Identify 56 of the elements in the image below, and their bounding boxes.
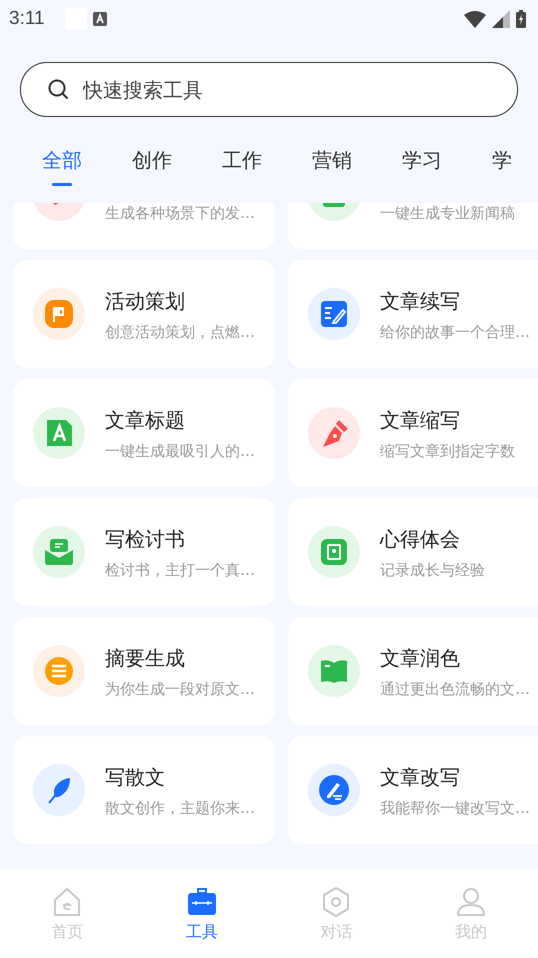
category-tab[interactable]: 工作 [222,134,262,186]
tool-title: 活动策划 [105,288,186,314]
feather-icon [33,764,85,816]
tool-card[interactable]: 活动策划 创意活动策划，点燃… [13,260,275,368]
tool-title: 心得体会 [380,526,461,552]
tool-card[interactable]: 写检讨书 检讨书，主打一个真… [13,498,275,606]
letter-a-icon [33,407,85,459]
tool-card[interactable]: 文章缩写 缩写文章到指定字数 [288,379,538,487]
tool-title: 文章缩写 [380,406,461,434]
envelope-icon [33,526,85,578]
category-tab[interactable]: 营销 [312,134,352,186]
nav-tab[interactable]: 工具 [134,870,269,958]
notebook-icon [308,526,360,578]
wifi-icon [464,10,486,28]
tool-description: 缩写文章到指定字数 [380,442,515,460]
note-edit-icon [308,288,360,340]
signal-icon [492,10,510,28]
tool-title: 文章标题 [105,406,186,434]
keyboard-icon [92,12,107,26]
tool-description: 一键生成最吸引人的… [105,442,255,460]
person-icon [454,886,487,918]
tool-title: 文章改写 [380,764,461,790]
pencil-icon [308,764,360,816]
tool-title: 写检讨书 [105,526,186,552]
tool-description: 散文创作，主题你来… [105,798,255,818]
tool-description: 一键生成专业新闻稿 [380,204,515,222]
tool-card[interactable]: 文章润色 通过更出色流畅的文… [288,617,538,725]
status-time: 3:11 [9,8,45,30]
tool-card[interactable]: 文章标题 一键生成最吸引人的… [13,379,275,487]
category-tab[interactable]: 创作 [132,134,172,186]
tool-title: 写散文 [105,764,166,790]
tool-card[interactable]: 摘要生成 为你生成一段对原文… [13,617,275,725]
tool-title: 摘要生成 [105,644,186,672]
tool-card[interactable]: 文章续写 给你的故事一个合理… [288,260,538,368]
tool-description: 通过更出色流畅的文… [380,680,530,698]
pen-nib-icon [308,407,360,459]
tool-title: 文章润色 [380,644,461,672]
tool-card[interactable]: 文章改写 我能帮你一键改写文… [288,736,538,844]
tool-title: 文章续写 [380,288,461,314]
tool-description: 生成各种场景下的发… [105,204,255,222]
category-tab[interactable]: 全部 [42,134,82,186]
tool-description: 记录成长与经验 [380,560,485,580]
flag-icon [33,288,85,340]
battery-icon [516,10,526,28]
category-tab[interactable]: 学 [492,134,512,186]
toolbox-icon [186,886,218,918]
tool-description: 检讨书，主打一个真… [105,560,255,580]
book-icon [308,645,360,697]
tool-card[interactable]: 写散文 散文创作，主题你来… [13,736,275,844]
tool-description: 为你生成一段对原文… [105,680,255,698]
list-icon [33,645,85,697]
tool-description: 给你的故事一个合理… [380,322,530,342]
tool-description: 我能帮你一键改写文… [380,798,530,818]
tool-description: 创意活动策划，点燃… [105,322,255,342]
category-tab[interactable]: 学习 [402,134,442,186]
tool-card[interactable]: 心得体会 记录成长与经验 [288,498,538,606]
